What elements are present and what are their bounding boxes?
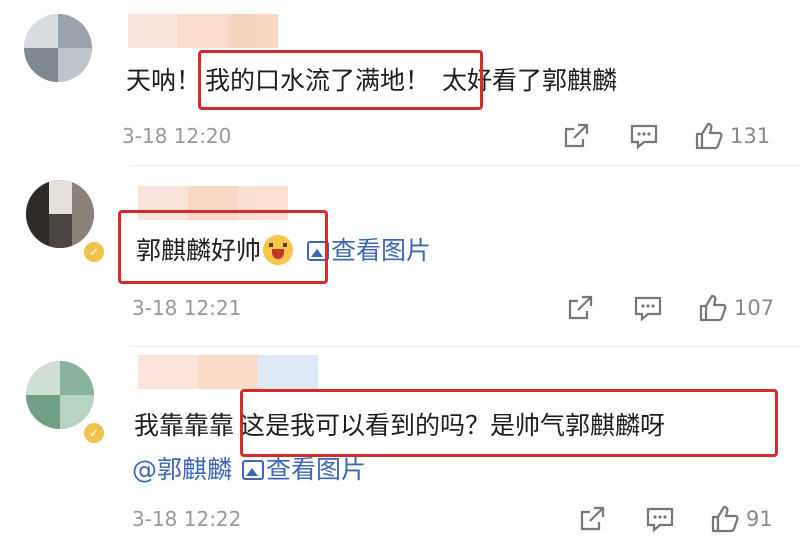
share-button[interactable] [560,120,592,152]
like-icon [711,505,739,533]
like-button[interactable]: 131 [694,121,770,151]
comment-links: @郭麒麟 查看图片 [132,453,366,487]
comment-icon [646,507,674,533]
share-button[interactable] [564,292,596,324]
comment-1: 天呐！ 我的口水流了满地！ 太好看了郭麒麟 3-18 12:20 131 [0,0,800,165]
share-button[interactable] [576,503,608,535]
like-count: 131 [730,124,771,148]
share-icon [580,506,605,531]
username-blurred[interactable] [138,355,318,389]
highlight-box [240,389,778,457]
comment-actions: 131 [560,120,770,152]
comment-actions: 107 [564,292,774,324]
image-icon [242,460,265,480]
comment-icon [634,296,662,322]
username-blurred[interactable] [128,14,278,48]
comment-button[interactable] [644,503,676,535]
comment-2: ✓ 郭麒麟好帅 查看图片 3-18 12:21 107 [0,166,800,346]
like-count: 91 [746,507,773,531]
avatar[interactable] [26,361,94,429]
verified-badge-icon: ✓ [82,421,106,445]
avatar[interactable] [26,180,94,248]
like-count: 107 [734,296,775,320]
comment-text-before: 我靠靠靠 [134,411,235,440]
highlight-box [118,210,328,284]
share-icon [568,295,593,320]
like-icon [699,294,727,322]
view-image-label: 查看图片 [331,236,432,265]
comment-actions: 91 [576,503,773,535]
view-image-link[interactable]: 查看图片 [242,453,366,487]
comment-button[interactable] [632,292,664,324]
like-button[interactable]: 107 [698,293,774,323]
comment-button[interactable] [628,120,660,152]
like-icon [695,122,723,150]
mention-link[interactable]: @郭麒麟 [132,453,232,487]
verified-badge-icon: ✓ [82,240,106,264]
comment-3: ✓ 我靠靠靠 这是我可以看到的吗？是帅气郭麒麟呀 @郭麒麟 查看图片 3-18 1… [0,347,800,546]
avatar[interactable] [24,14,92,82]
comment-text-before: 天呐！ [126,66,202,95]
comment-icon [630,124,658,150]
share-icon [564,123,589,148]
comment-time: 3-18 12:21 [132,296,242,320]
view-image-label: 查看图片 [266,455,367,484]
comment-time: 3-18 12:20 [122,124,232,148]
highlight-box [198,50,483,110]
like-button[interactable]: 91 [710,504,773,534]
comment-time: 3-18 12:22 [132,507,242,531]
